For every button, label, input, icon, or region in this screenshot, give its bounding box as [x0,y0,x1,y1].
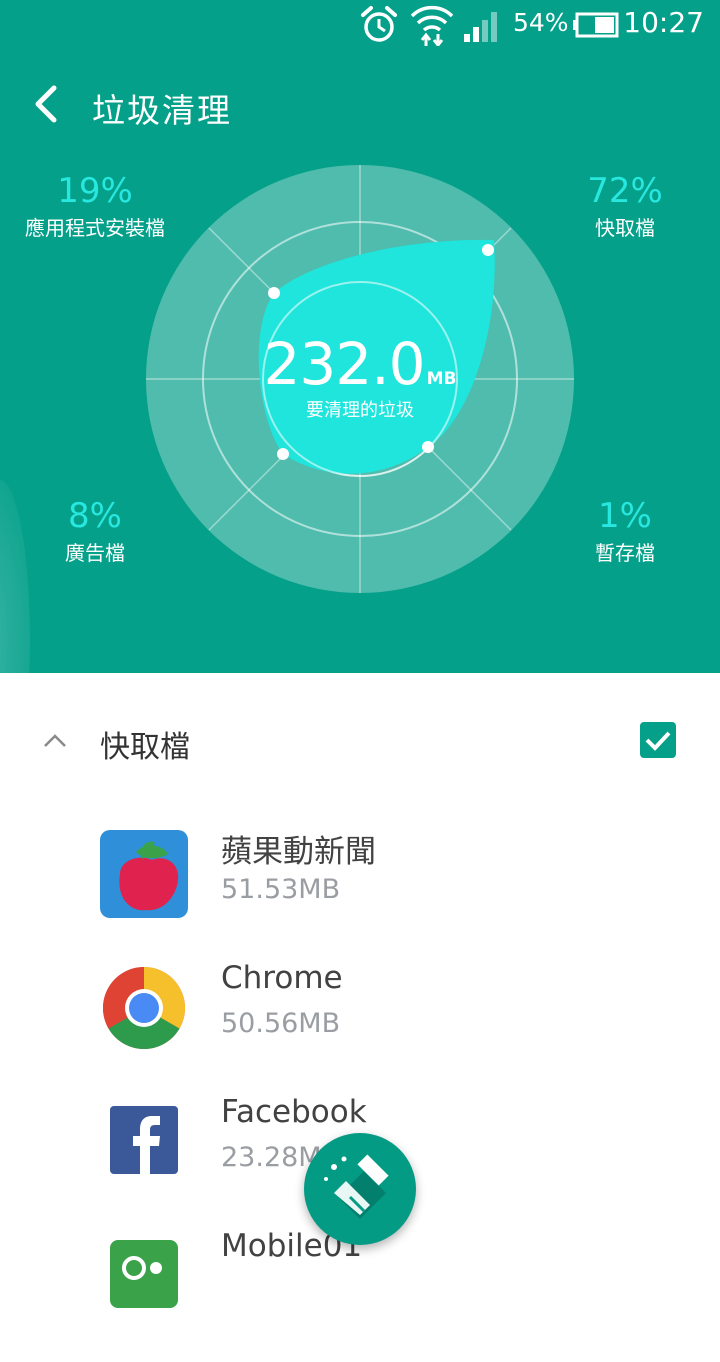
total-junk-size: 232.0 MB [263,330,457,398]
chrome-app-icon [103,967,185,1049]
stat-ads-label: 廣告檔 [65,541,125,565]
stat-temp-label: 暫存檔 [595,541,655,565]
list-item[interactable]: Chrome 50.56MB [0,960,720,1094]
stat-cache: 72% 快取檔 [565,172,685,241]
summary-panel: 54% 10:27 垃圾清理 232.0 MB 要清理的垃圾 19% 應用程式安裝… [0,0,720,673]
stat-apk-label: 應用程式安裝檔 [25,216,165,240]
section-title: 快取檔 [100,730,190,765]
stat-temp: 1% 暫存檔 [565,497,685,566]
stat-cache-percent: 72% [587,171,663,211]
stat-apk-percent: 19% [57,171,133,211]
stat-ads: 8% 廣告檔 [35,497,155,566]
total-junk-label: 要清理的垃圾 [306,400,414,421]
app-size: 50.56MB [221,1008,341,1039]
stat-apk: 19% 應用程式安裝檔 [15,172,175,241]
app-name: Chrome [221,960,343,996]
stat-ads-percent: 8% [68,496,122,536]
facebook-app-icon [110,1106,178,1174]
broom-icon [324,1154,389,1219]
app-name: 蘋果動新聞 [221,834,376,870]
cache-section-header[interactable]: 快取檔 [0,700,720,780]
app-name: Facebook [221,1094,367,1130]
section-checkbox[interactable] [640,722,676,758]
clean-button[interactable] [304,1133,416,1245]
list-item[interactable]: 蘋果動新聞 51.53MB [0,830,720,960]
stat-cache-label: 快取檔 [595,216,655,240]
mobile01-app-icon [110,1240,178,1308]
app-size: 51.53MB [221,874,341,905]
chevron-up-icon[interactable] [40,726,70,756]
checkmark-icon [645,731,671,751]
stat-temp-percent: 1% [598,496,652,536]
apple-daily-app-icon [100,830,188,918]
list-item[interactable]: Mobile01 [0,1228,720,1362]
